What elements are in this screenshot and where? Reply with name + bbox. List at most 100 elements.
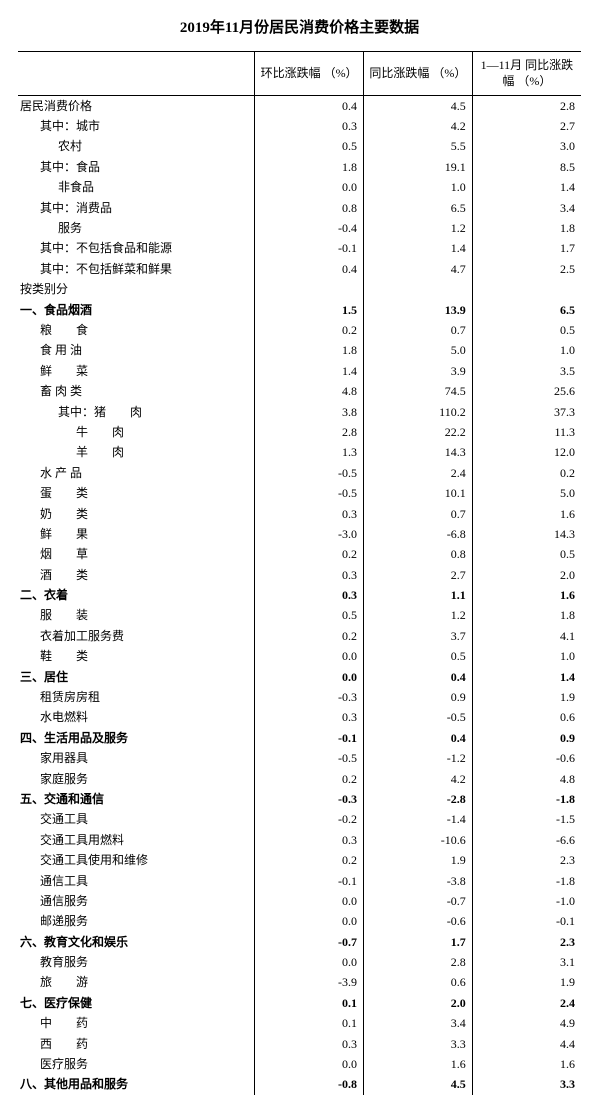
row-value: 0.0: [255, 891, 364, 911]
row-value: -0.7: [255, 932, 364, 952]
row-value: -1.8: [472, 871, 581, 891]
row-label: 其中：城市: [18, 117, 255, 137]
row-value: 0.0: [255, 953, 364, 973]
row-value: 3.3: [472, 1075, 581, 1095]
row-label: 农村: [18, 137, 255, 157]
row-value: 0.7: [363, 504, 472, 524]
table-row: 服务-0.41.21.8: [18, 219, 581, 239]
row-value: -0.5: [255, 484, 364, 504]
table-row: 畜 肉 类4.874.525.6: [18, 382, 581, 402]
row-label: 其中：不包括鲜菜和鲜果: [18, 259, 255, 279]
row-value: [255, 280, 364, 300]
row-value: 0.3: [255, 1034, 364, 1054]
row-label: 粮 食: [18, 320, 255, 340]
row-value: 0.5: [472, 545, 581, 565]
row-value: 1.0: [363, 178, 472, 198]
row-value: 5.0: [363, 341, 472, 361]
row-label: 八、其他用品和服务: [18, 1075, 255, 1095]
row-value: 1.4: [472, 667, 581, 687]
row-value: -3.9: [255, 973, 364, 993]
table-row: 农村0.55.53.0: [18, 137, 581, 157]
row-value: 25.6: [472, 382, 581, 402]
row-label: 居民消费价格: [18, 96, 255, 117]
row-value: 22.2: [363, 422, 472, 442]
table-row: 羊 肉1.314.312.0: [18, 443, 581, 463]
row-value: 2.7: [472, 117, 581, 137]
row-value: 0.0: [255, 178, 364, 198]
row-value: 2.0: [472, 565, 581, 585]
row-label: 其中：猪 肉: [18, 402, 255, 422]
table-row: 鞋 类0.00.51.0: [18, 647, 581, 667]
table-row: 酒 类0.32.72.0: [18, 565, 581, 585]
row-label: 水 产 品: [18, 463, 255, 483]
table-row: 六、教育文化和娱乐-0.71.72.3: [18, 932, 581, 952]
row-value: -0.5: [363, 708, 472, 728]
row-label: 水电燃料: [18, 708, 255, 728]
table-row: 水电燃料0.3-0.50.6: [18, 708, 581, 728]
row-value: 1.4: [255, 361, 364, 381]
table-row: 七、医疗保健0.12.02.4: [18, 993, 581, 1013]
row-value: 3.9: [363, 361, 472, 381]
row-value: 4.8: [255, 382, 364, 402]
table-row: 中 药0.13.44.9: [18, 1014, 581, 1034]
row-label: 通信工具: [18, 871, 255, 891]
row-value: 2.8: [472, 96, 581, 117]
row-value: -1.5: [472, 810, 581, 830]
table-row: 交通工具使用和维修0.21.92.3: [18, 851, 581, 871]
row-value: 0.4: [255, 96, 364, 117]
table-row: 居民消费价格0.44.52.8: [18, 96, 581, 117]
row-value: -3.0: [255, 524, 364, 544]
row-value: 74.5: [363, 382, 472, 402]
row-value: 1.7: [472, 239, 581, 259]
row-value: 1.9: [363, 851, 472, 871]
row-value: 0.0: [255, 647, 364, 667]
row-label: 六、教育文化和娱乐: [18, 932, 255, 952]
table-row: 五、交通和通信-0.3-2.8-1.8: [18, 789, 581, 809]
row-value: 13.9: [363, 300, 472, 320]
table-row: 家用器具-0.5-1.2-0.6: [18, 749, 581, 769]
row-value: 1.8: [255, 341, 364, 361]
row-value: -0.5: [255, 749, 364, 769]
row-value: 0.2: [255, 320, 364, 340]
row-value: 1.2: [363, 219, 472, 239]
row-value: -0.5: [255, 463, 364, 483]
row-value: 0.0: [255, 1055, 364, 1075]
row-label: 食 用 油: [18, 341, 255, 361]
row-label: 鞋 类: [18, 647, 255, 667]
row-label: 租赁房房租: [18, 688, 255, 708]
header-ytd: 1—11月 同比涨跌幅 （%）: [472, 52, 581, 96]
row-value: 1.3: [255, 443, 364, 463]
row-value: 3.5: [472, 361, 581, 381]
table-row: 鲜 果-3.0-6.814.3: [18, 524, 581, 544]
row-value: 19.1: [363, 157, 472, 177]
row-label: 中 药: [18, 1014, 255, 1034]
row-label: 西 药: [18, 1034, 255, 1054]
table-row: 按类别分: [18, 280, 581, 300]
row-value: 1.6: [472, 586, 581, 606]
row-value: 4.4: [472, 1034, 581, 1054]
row-label: 旅 游: [18, 973, 255, 993]
row-label: 酒 类: [18, 565, 255, 585]
row-label: 家用器具: [18, 749, 255, 769]
row-label: 牛 肉: [18, 422, 255, 442]
row-value: 110.2: [363, 402, 472, 422]
row-label: 其中：食品: [18, 157, 255, 177]
table-row: 二、衣着0.31.11.6: [18, 586, 581, 606]
row-value: 0.5: [255, 137, 364, 157]
row-label: 一、食品烟酒: [18, 300, 255, 320]
row-value: 0.2: [472, 463, 581, 483]
row-value: 1.2: [363, 606, 472, 626]
row-value: 2.8: [255, 422, 364, 442]
row-value: 2.4: [472, 993, 581, 1013]
row-value: 0.5: [363, 647, 472, 667]
row-value: 1.7: [363, 932, 472, 952]
row-value: [472, 280, 581, 300]
row-label: 蛋 类: [18, 484, 255, 504]
header-yoy: 同比涨跌幅 （%）: [363, 52, 472, 96]
row-value: 0.1: [255, 1014, 364, 1034]
row-value: 0.4: [363, 728, 472, 748]
row-value: 2.3: [472, 932, 581, 952]
table-row: 医疗服务0.01.61.6: [18, 1055, 581, 1075]
row-value: 1.0: [472, 647, 581, 667]
row-value: -10.6: [363, 830, 472, 850]
